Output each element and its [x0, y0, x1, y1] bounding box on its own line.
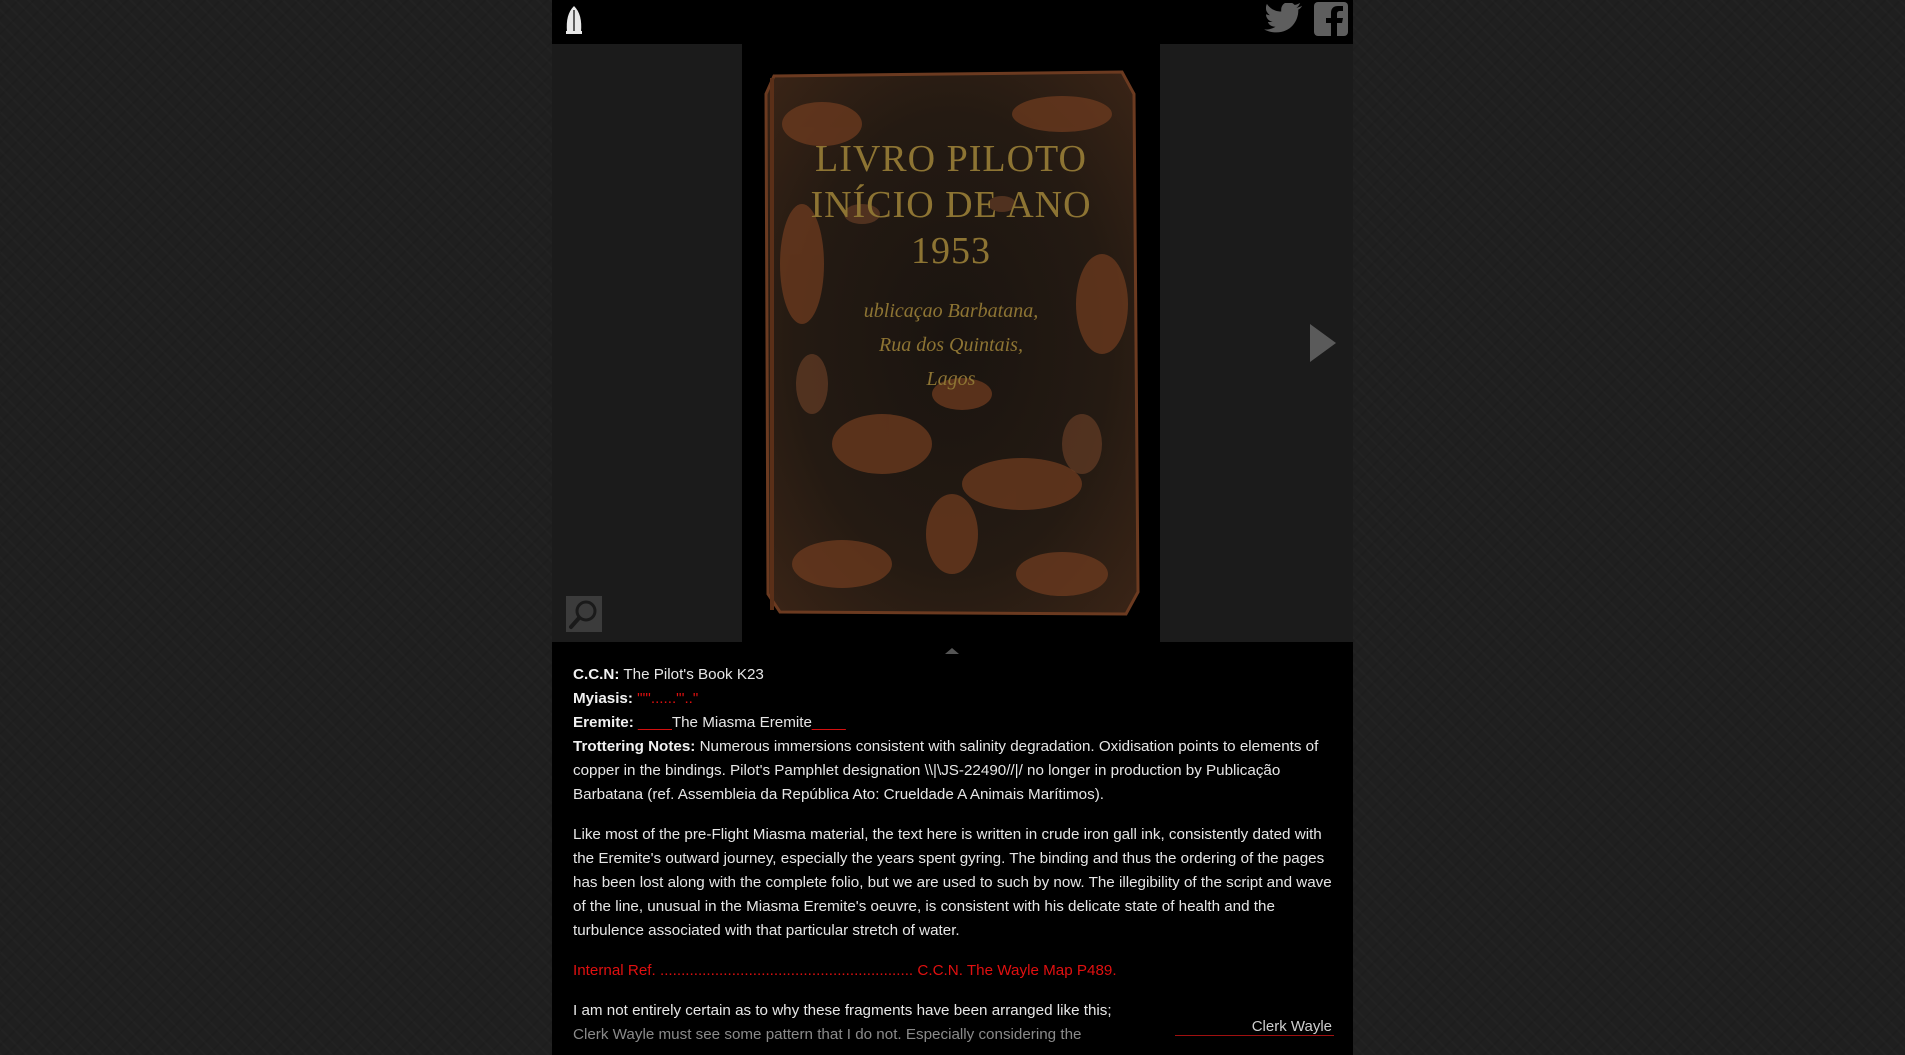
eremite-value: The Miasma Eremite: [671, 714, 812, 731]
clerk-signature: Clerk Wayle: [1175, 1018, 1334, 1036]
eremite-suffix: ____: [811, 714, 846, 731]
note-paragraph: I am not entirely certain as to why thes…: [573, 999, 1143, 1047]
internal-ref-link[interactable]: C.C.N. The Wayle Map P489.: [917, 962, 1116, 979]
zoom-button[interactable]: [566, 596, 602, 632]
quill-logo-icon[interactable]: [560, 4, 588, 36]
body-paragraph: Like most of the pre-Flight Miasma mater…: [573, 826, 1332, 939]
ccn-value: The Pilot's Book K23: [623, 666, 764, 683]
top-bar: [552, 0, 1353, 44]
document-viewer: LIVRO PILOTO INÍCIO DE ANO 1953 ublicaça…: [552, 44, 1353, 642]
viewer-stage: LIVRO PILOTO INÍCIO DE ANO 1953 ublicaça…: [742, 44, 1160, 642]
eremite-line: Eremite: ____The Miasma Eremite____: [573, 711, 1333, 735]
facebook-icon[interactable]: [1314, 2, 1348, 36]
book-cover-image: LIVRO PILOTO INÍCIO DE ANO 1953 ublicaça…: [762, 64, 1140, 622]
internal-ref-label: Internal Ref.: [573, 962, 656, 979]
note-line: I am not entirely certain as to why thes…: [573, 1002, 1112, 1019]
trottering-notes: Trottering Notes: Numerous immersions co…: [573, 735, 1333, 807]
magnifier-icon: [569, 600, 597, 629]
note-line: Clerk Wayle must see some pattern that I…: [573, 1026, 1082, 1043]
eremite-label: Eremite:: [573, 714, 634, 731]
ccn-line: C.C.N: The Pilot's Book K23: [573, 663, 1333, 687]
myiasis-value: ""'......"'..": [637, 690, 699, 707]
details-panel: C.C.N: The Pilot's Book K23 Myiasis: ""'…: [573, 663, 1333, 1047]
eremite-prefix: ____: [638, 714, 672, 731]
internal-ref-dots: ........................................…: [659, 962, 914, 979]
caret-up-icon[interactable]: [945, 648, 959, 654]
twitter-icon[interactable]: [1264, 3, 1304, 33]
internal-ref: Internal Ref. ..........................…: [573, 959, 1333, 983]
trottering-label: Trottering Notes:: [573, 738, 696, 755]
myiasis-line: Myiasis: ""'......"'..": [573, 687, 1333, 711]
myiasis-label: Myiasis:: [573, 690, 633, 707]
ccn-label: C.C.N:: [573, 666, 620, 683]
next-page-button[interactable]: [1310, 324, 1336, 362]
